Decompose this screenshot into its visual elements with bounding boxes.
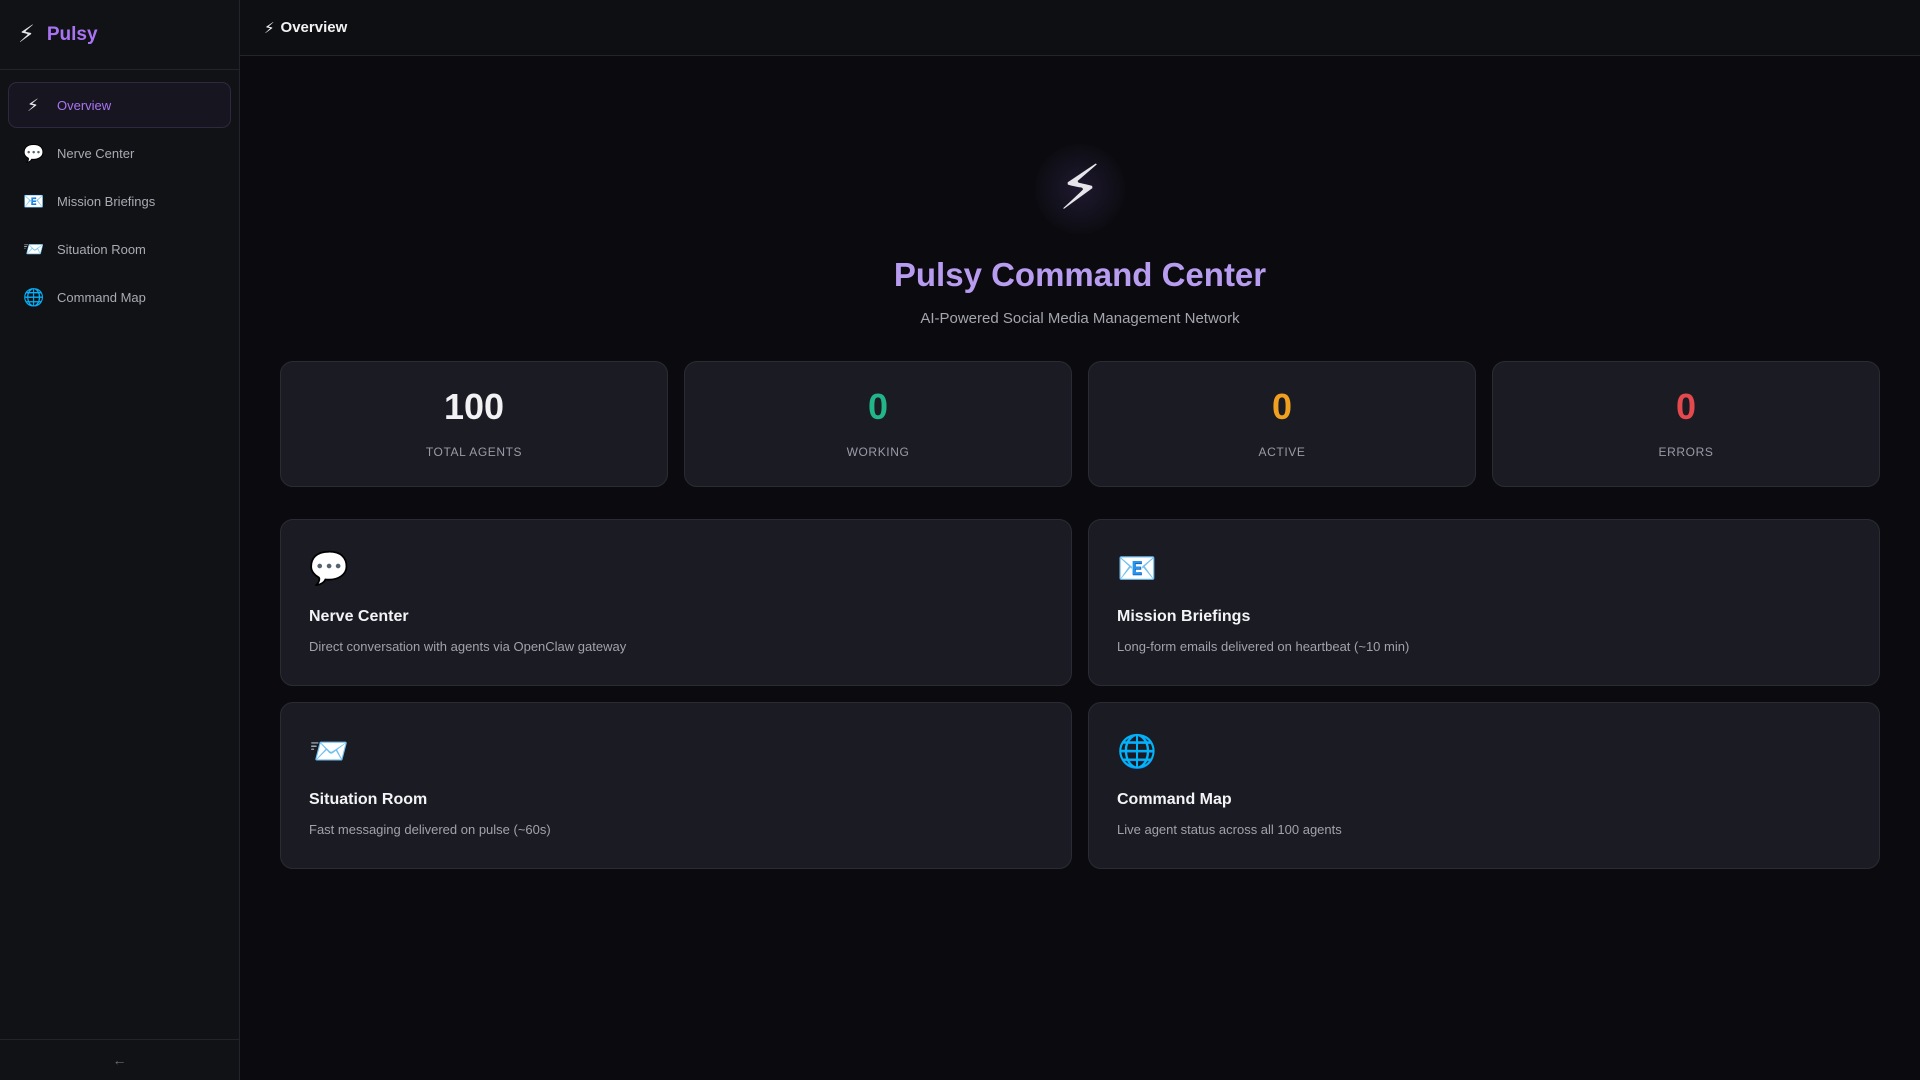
stat-card-active: 0 ACTIVE (1088, 361, 1476, 487)
stat-label: TOTAL AGENTS (425, 445, 523, 459)
globe-icon: 🌐 (1117, 733, 1157, 769)
globe-icon: 🌐 (23, 287, 45, 307)
card-command-map[interactable]: 🌐 Command Map Live agent status across a… (1088, 702, 1880, 869)
lightning-icon: ⚡ (18, 20, 35, 48)
sidebar-item-overview[interactable]: ⚡ Overview (8, 82, 231, 128)
incoming-envelope-icon: 📨 (309, 733, 349, 769)
email-icon: 📧 (1117, 550, 1157, 586)
card-title: Command Map (1117, 791, 1232, 808)
feature-cards: 💬 Nerve Center Direct conversation with … (280, 519, 1880, 869)
stat-card-errors: 0 ERRORS (1492, 361, 1880, 487)
card-description: Long-form emails delivered on heartbeat … (1117, 639, 1410, 654)
stat-card-working: 0 WORKING (684, 361, 1072, 487)
collapse-sidebar-button[interactable]: ← (0, 1039, 239, 1080)
overview-content: ⚡ Pulsy Command Center AI-Powered Social… (240, 56, 1920, 869)
sidebar-item-label: Overview (57, 97, 112, 113)
sidebar-nav: ⚡ Overview 💬 Nerve Center 📧 Mission Brie… (0, 70, 239, 1039)
card-situation-room[interactable]: 📨 Situation Room Fast messaging delivere… (280, 702, 1072, 869)
sidebar-item-command-map[interactable]: 🌐 Command Map (8, 274, 231, 320)
email-icon: 📧 (23, 191, 45, 211)
topbar: ⚡ Overview (240, 0, 1920, 56)
sidebar-item-situation-room[interactable]: 📨 Situation Room (8, 226, 231, 272)
card-title: Nerve Center (309, 608, 409, 625)
card-description: Direct conversation with agents via Open… (309, 639, 627, 654)
stat-label: ACTIVE (1258, 445, 1306, 459)
brand[interactable]: ⚡ Pulsy (0, 0, 239, 70)
brand-name: Pulsy (46, 23, 98, 45)
card-nerve-center[interactable]: 💬 Nerve Center Direct conversation with … (280, 519, 1072, 686)
stat-value: 100 (443, 386, 505, 427)
stat-label: ERRORS (1658, 445, 1714, 459)
lightning-icon: ⚡ (264, 19, 275, 37)
page-title: Overview (280, 19, 348, 36)
sidebar-item-mission-briefings[interactable]: 📧 Mission Briefings (8, 178, 231, 224)
arrow-left-icon: ← (112, 1052, 127, 1068)
stats-row: 100 TOTAL AGENTS 0 WORKING 0 ACTIVE 0 ER… (280, 361, 1880, 487)
speech-bubble-icon: 💬 (23, 143, 45, 163)
card-description: Live agent status across all 100 agents (1117, 822, 1342, 837)
speech-bubble-icon: 💬 (309, 550, 349, 586)
card-title: Situation Room (309, 791, 428, 808)
sidebar-item-label: Situation Room (57, 241, 146, 257)
hero: ⚡ Pulsy Command Center AI-Powered Social… (280, 56, 1880, 327)
lightning-icon: ⚡ (27, 95, 39, 115)
stat-label: WORKING (846, 445, 910, 459)
stat-value: 0 (867, 386, 889, 427)
card-description: Fast messaging delivered on pulse (~60s) (309, 822, 551, 837)
stat-card-total-agents: 100 TOTAL AGENTS (280, 361, 668, 487)
hero-title: Pulsy Command Center (893, 256, 1267, 293)
app-shell: ⚡ Pulsy ⚡ Overview 💬 Nerve Center 📧 Miss… (0, 0, 1920, 1080)
sidebar-item-label: Nerve Center (57, 145, 135, 161)
main-area: ⚡ Overview ⚡ Pulsy Command Center AI-Pow… (240, 0, 1920, 1080)
lightning-icon: ⚡ (1035, 144, 1125, 234)
card-title: Mission Briefings (1117, 608, 1251, 625)
incoming-envelope-icon: 📨 (23, 239, 45, 259)
sidebar: ⚡ Pulsy ⚡ Overview 💬 Nerve Center 📧 Miss… (0, 0, 240, 1080)
hero-subtitle: AI-Powered Social Media Management Netwo… (920, 310, 1240, 327)
sidebar-item-nerve-center[interactable]: 💬 Nerve Center (8, 130, 231, 176)
stat-value: 0 (1675, 386, 1697, 427)
stat-value: 0 (1271, 386, 1293, 427)
sidebar-item-label: Mission Briefings (57, 193, 156, 209)
card-mission-briefings[interactable]: 📧 Mission Briefings Long-form emails del… (1088, 519, 1880, 686)
sidebar-item-label: Command Map (57, 289, 146, 305)
